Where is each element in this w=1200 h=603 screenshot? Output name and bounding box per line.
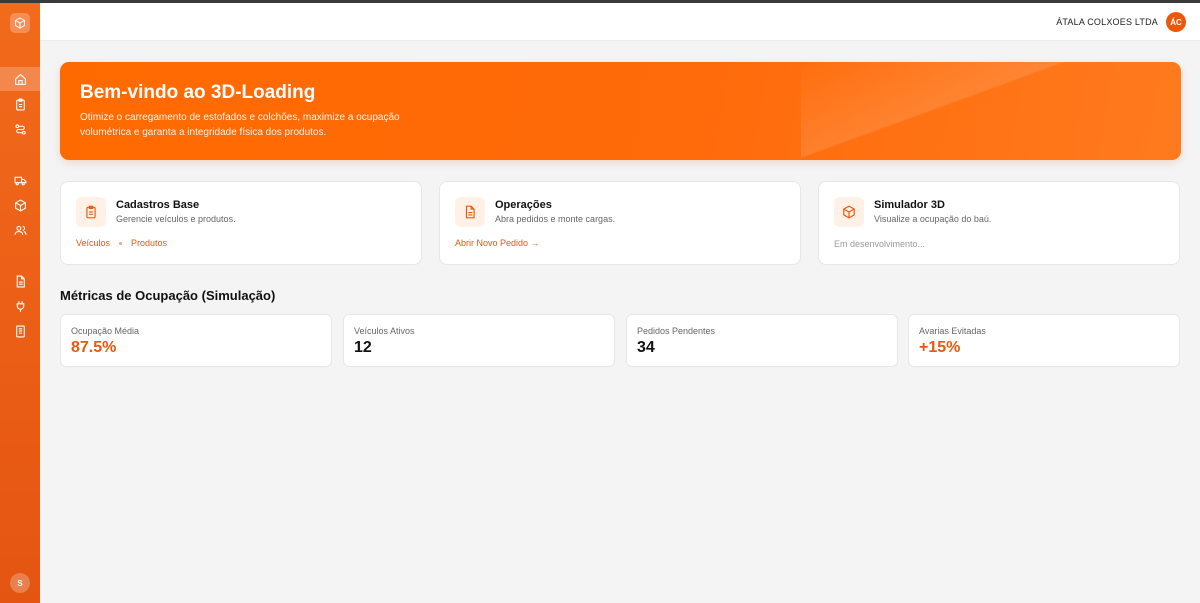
plug-icon bbox=[16, 300, 24, 312]
link-produtos[interactable]: Produtos bbox=[131, 238, 167, 248]
link-abrir-novo-pedido[interactable]: Abrir Novo Pedido → bbox=[455, 238, 540, 248]
sidebar-item-home[interactable] bbox=[0, 67, 40, 91]
cube-icon bbox=[834, 197, 864, 227]
user-avatar-sidebar[interactable]: S bbox=[10, 573, 30, 593]
sidebar-item-produtos[interactable] bbox=[0, 193, 40, 217]
metric-card-ocupacao: Ocupação Média 87.5% bbox=[60, 314, 332, 367]
card-links: Abrir Novo Pedido → bbox=[455, 238, 540, 248]
clipboard-icon bbox=[15, 98, 25, 110]
box-icon bbox=[14, 198, 26, 212]
card-title: Cadastros Base bbox=[116, 199, 200, 211]
card-cadastros-base: Cadastros Base Gerencie veículos e produ… bbox=[60, 181, 422, 265]
clipboard-icon bbox=[76, 197, 106, 227]
receipt-icon bbox=[15, 325, 25, 337]
truck-icon bbox=[14, 176, 26, 185]
document-icon bbox=[16, 275, 25, 287]
metric-value: 87.5% bbox=[71, 339, 117, 356]
welcome-title: Bem-vindo ao 3D-Loading bbox=[80, 82, 316, 103]
status-text: Em desenvolvimento... bbox=[834, 239, 926, 249]
metric-label: Ocupação Média bbox=[71, 326, 140, 336]
sidebar-item-integracoes[interactable] bbox=[0, 294, 40, 318]
card-subtitle: Abra pedidos e monte cargas. bbox=[495, 214, 616, 224]
sidebar: S bbox=[0, 3, 40, 603]
cube-icon[interactable] bbox=[10, 13, 30, 33]
document-icon bbox=[455, 197, 485, 227]
sidebar-item-relatorios[interactable] bbox=[0, 319, 40, 343]
card-simulador-3d: Simulador 3D Visualize a ocupação do baú… bbox=[818, 181, 1180, 265]
metric-card-veiculos: Veículos Ativos 12 bbox=[343, 314, 615, 367]
card-operacoes: Operações Abra pedidos e monte cargas. A… bbox=[439, 181, 801, 265]
sidebar-item-cadastros[interactable] bbox=[0, 92, 40, 116]
metric-label: Avarias Evitadas bbox=[919, 326, 986, 336]
link-veiculos[interactable]: Veículos bbox=[76, 238, 110, 248]
card-title: Simulador 3D bbox=[874, 199, 945, 211]
route-icon bbox=[14, 123, 26, 135]
card-subtitle: Gerencie veículos e produtos. bbox=[116, 214, 236, 224]
metric-card-pedidos: Pedidos Pendentes 34 bbox=[626, 314, 898, 367]
metrics-title: Métricas de Ocupação (Simulação) bbox=[60, 288, 276, 303]
metric-label: Pedidos Pendentes bbox=[637, 326, 716, 336]
card-subtitle: Visualize a ocupação do baú. bbox=[874, 214, 992, 224]
separator-dot bbox=[119, 241, 123, 245]
sidebar-item-veiculos[interactable] bbox=[0, 168, 40, 192]
card-title: Operações bbox=[495, 199, 552, 211]
sidebar-item-usuarios[interactable] bbox=[0, 218, 40, 242]
welcome-description: Otimize o carregamento de estofados e co… bbox=[80, 112, 400, 138]
metric-value: 12 bbox=[354, 339, 372, 356]
home-icon bbox=[14, 73, 26, 85]
metric-value: 34 bbox=[637, 339, 655, 356]
metric-card-avarias: Avarias Evitadas +15% bbox=[908, 314, 1180, 367]
top-bar: ÁTALA COLXOES LTDA ÁC bbox=[40, 3, 1200, 41]
welcome-banner: Bem-vindo ao 3D-Loading Otimize o carreg… bbox=[60, 62, 1181, 160]
user-avatar[interactable]: ÁC bbox=[1166, 12, 1186, 32]
sidebar-item-pedidos[interactable] bbox=[0, 269, 40, 293]
company-name: ÁTALA COLXOES LTDA bbox=[1056, 17, 1158, 27]
card-links: Veículos Produtos bbox=[76, 238, 167, 248]
metric-value: +15% bbox=[919, 339, 961, 356]
users-icon bbox=[14, 225, 26, 235]
metric-label: Veículos Ativos bbox=[354, 326, 415, 336]
sidebar-item-rotas[interactable] bbox=[0, 117, 40, 141]
